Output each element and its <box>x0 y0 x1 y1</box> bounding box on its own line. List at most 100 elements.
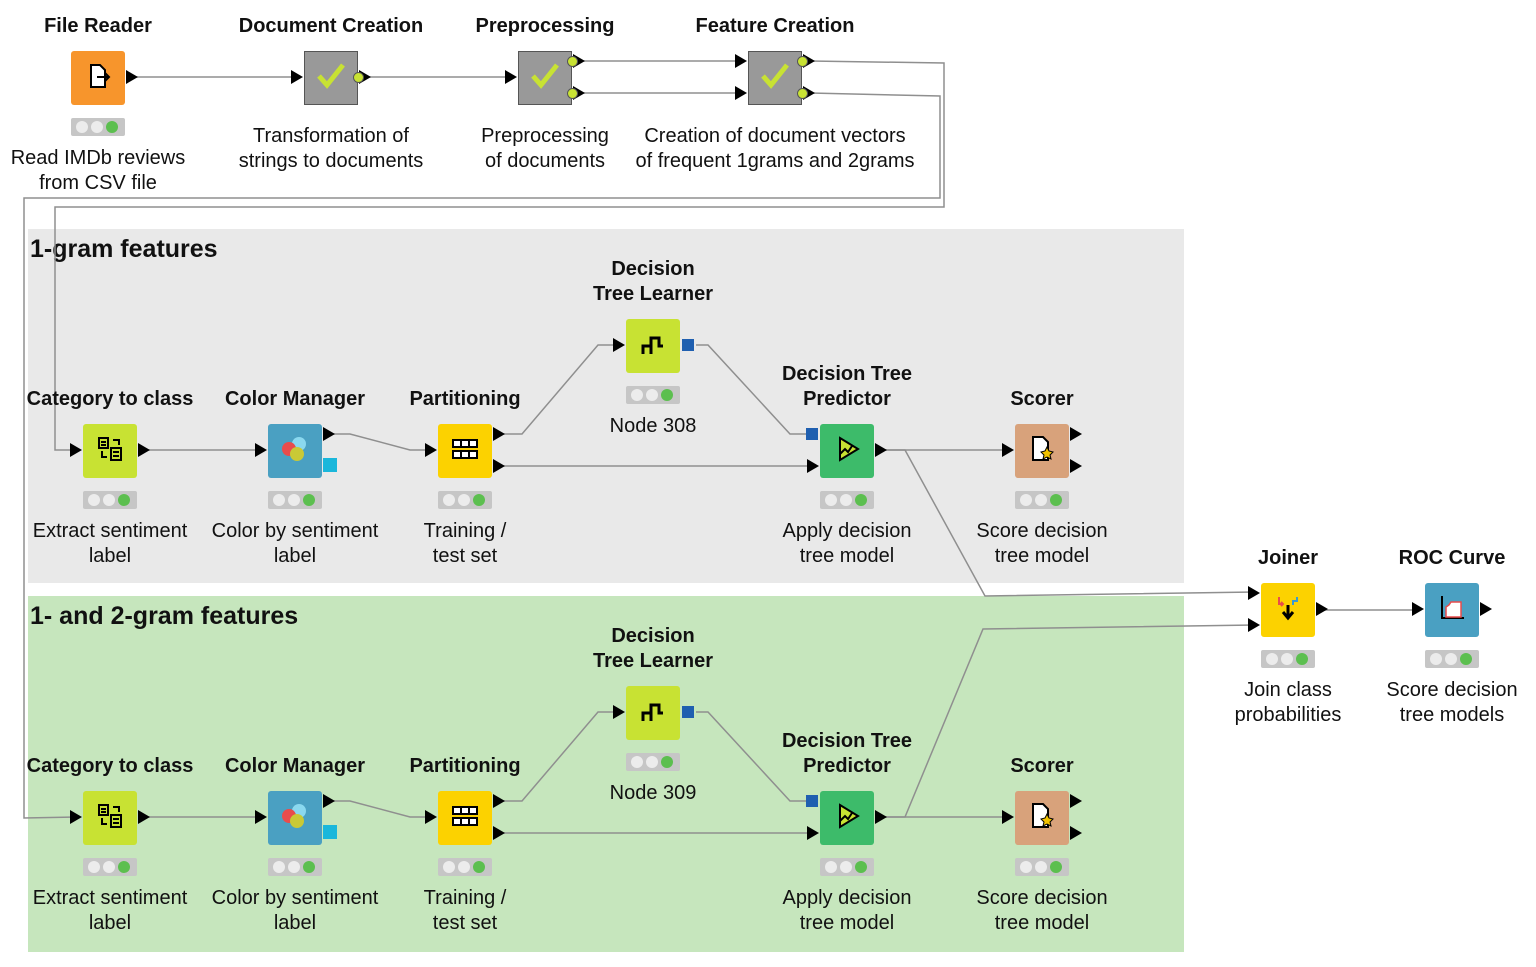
node-preprocessing[interactable] <box>518 51 572 105</box>
status-dot <box>118 861 130 873</box>
port-state-dot <box>797 56 808 67</box>
node-predictor2[interactable] <box>820 791 874 845</box>
node-annotation: Preprocessing of documents <box>481 125 609 172</box>
status-dot <box>631 389 643 401</box>
input-port[interactable] <box>1412 602 1424 616</box>
status-dot <box>840 494 852 506</box>
node-title: Joiner <box>1257 547 1319 569</box>
input-port[interactable] <box>70 443 82 457</box>
output-port[interactable] <box>875 810 887 824</box>
input-port[interactable] <box>425 810 437 824</box>
status-dot <box>855 861 867 873</box>
output-port[interactable] <box>323 427 335 441</box>
status-dot <box>855 494 867 506</box>
input-port[interactable] <box>291 70 303 84</box>
output-port[interactable] <box>493 826 505 840</box>
node-annotation: Extract sentiment label <box>32 887 188 934</box>
node-title: Preprocessing <box>475 15 615 37</box>
node-annotation: Read IMDb reviews from CSV file <box>10 147 186 194</box>
node-annotation: Node 309 <box>609 782 697 804</box>
model-output-port[interactable] <box>682 706 694 718</box>
output-port[interactable] <box>1480 602 1492 616</box>
status-dot <box>1445 653 1457 665</box>
node-annotation: Training / test set <box>423 520 507 567</box>
node-scorer2[interactable] <box>1015 791 1069 845</box>
node-color2[interactable] <box>268 791 322 845</box>
node-title: Decision Tree Predictor <box>781 363 913 410</box>
status-dot <box>1430 653 1442 665</box>
node-feature-creation[interactable] <box>748 51 802 105</box>
status-dot <box>103 861 115 873</box>
port-state-dot <box>797 88 808 99</box>
input-port[interactable] <box>1248 618 1260 632</box>
model-output-port[interactable] <box>682 339 694 351</box>
port-state-dot <box>353 72 364 83</box>
status-dot <box>646 389 658 401</box>
input-port[interactable] <box>807 459 819 473</box>
status-dot <box>646 756 658 768</box>
status-dot <box>88 494 100 506</box>
connection-wire[interactable] <box>882 624 1256 818</box>
input-port[interactable] <box>255 443 267 457</box>
color-model-port[interactable] <box>323 458 337 472</box>
connection-wire[interactable] <box>330 800 432 818</box>
joiner-arrows-icon <box>1273 593 1303 627</box>
status-dot <box>106 121 118 133</box>
output-port[interactable] <box>1070 459 1082 473</box>
node-learner2[interactable] <box>626 686 680 740</box>
output-port[interactable] <box>126 70 138 84</box>
input-port[interactable] <box>425 443 437 457</box>
node-learner1[interactable] <box>626 319 680 373</box>
node-joiner[interactable] <box>1261 583 1315 637</box>
input-port[interactable] <box>735 54 747 68</box>
input-port[interactable] <box>505 70 517 84</box>
color-model-port[interactable] <box>323 825 337 839</box>
status-dot <box>1035 494 1047 506</box>
node-roc[interactable] <box>1425 583 1479 637</box>
input-port[interactable] <box>613 338 625 352</box>
input-port[interactable] <box>613 705 625 719</box>
input-port[interactable] <box>70 810 82 824</box>
node-annotation: Color by sentiment label <box>211 887 379 934</box>
node-file-reader[interactable] <box>71 51 125 105</box>
status-traffic-light <box>1015 858 1069 876</box>
output-port[interactable] <box>493 794 505 808</box>
node-title: Decision Tree Learner <box>592 625 714 672</box>
connection-wire[interactable] <box>330 433 432 451</box>
node-document-creation[interactable] <box>304 51 358 105</box>
node-cat1[interactable] <box>83 424 137 478</box>
input-port[interactable] <box>1002 810 1014 824</box>
node-title: Decision Tree Predictor <box>781 730 913 777</box>
node-predictor1[interactable] <box>820 424 874 478</box>
node-cat2[interactable] <box>83 791 137 845</box>
output-port[interactable] <box>1070 427 1082 441</box>
output-port[interactable] <box>1070 794 1082 808</box>
output-port[interactable] <box>323 794 335 808</box>
node-scorer1[interactable] <box>1015 424 1069 478</box>
output-port[interactable] <box>493 459 505 473</box>
output-port[interactable] <box>138 443 150 457</box>
model-input-port[interactable] <box>806 428 818 440</box>
input-port[interactable] <box>807 826 819 840</box>
output-port[interactable] <box>493 427 505 441</box>
input-port[interactable] <box>1248 586 1260 600</box>
status-dot <box>473 861 485 873</box>
status-traffic-light <box>820 491 874 509</box>
output-port[interactable] <box>1316 602 1328 616</box>
node-part2[interactable] <box>438 791 492 845</box>
output-port[interactable] <box>875 443 887 457</box>
partition-grid-icon <box>450 434 480 468</box>
status-traffic-light <box>1261 650 1315 668</box>
status-dot <box>661 756 673 768</box>
status-traffic-light <box>268 858 322 876</box>
input-port[interactable] <box>735 86 747 100</box>
node-title: File Reader <box>44 15 152 37</box>
output-port[interactable] <box>1070 826 1082 840</box>
node-color1[interactable] <box>268 424 322 478</box>
output-port[interactable] <box>138 810 150 824</box>
input-port[interactable] <box>1002 443 1014 457</box>
status-traffic-light <box>438 858 492 876</box>
node-part1[interactable] <box>438 424 492 478</box>
model-input-port[interactable] <box>806 795 818 807</box>
input-port[interactable] <box>255 810 267 824</box>
